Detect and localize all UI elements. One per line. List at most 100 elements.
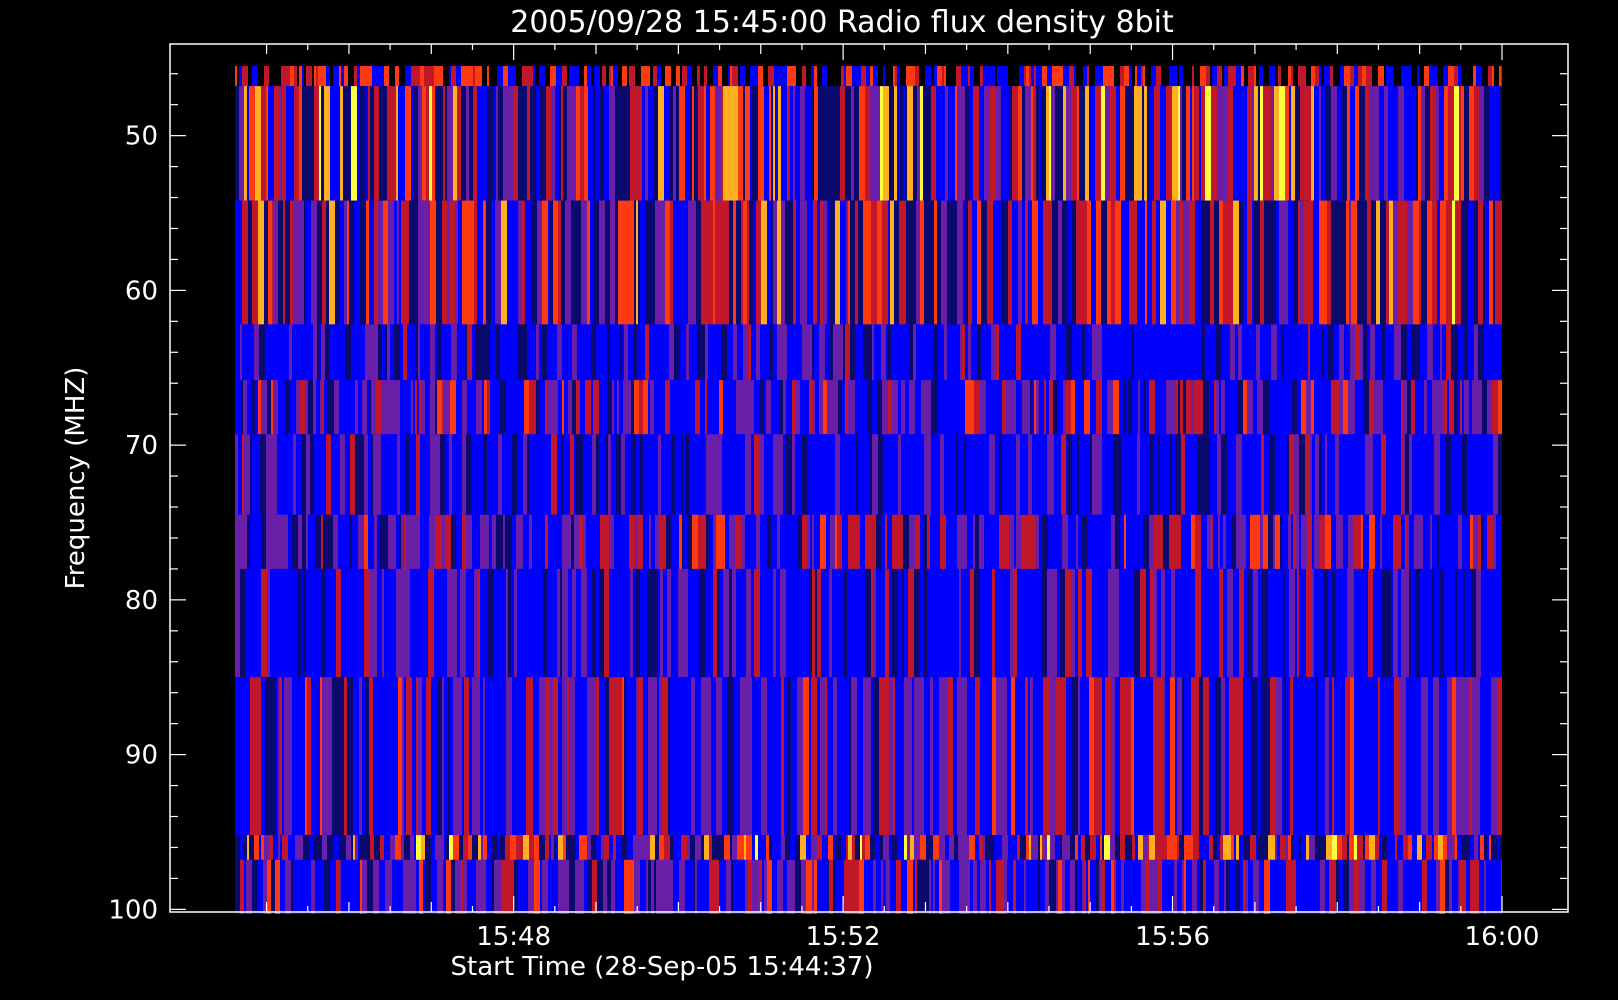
heatmap-cell (1483, 200, 1485, 325)
heatmap-cell (1127, 434, 1132, 515)
heatmap-cell (1347, 86, 1350, 201)
heatmap-cell (882, 200, 888, 325)
heatmap-cell (1427, 200, 1432, 325)
heatmap-cell (1321, 86, 1325, 201)
heatmap-cell (968, 380, 974, 435)
heatmap-cell (707, 677, 711, 835)
heatmap-cell (682, 66, 687, 87)
heatmap-cell (1419, 200, 1421, 325)
heatmap-cell (648, 86, 654, 201)
heatmap-cell (563, 835, 566, 860)
heatmap-cell (1126, 568, 1130, 678)
heatmap-cell (1228, 66, 1232, 87)
heatmap-cell (1031, 835, 1034, 860)
heatmap-cell (1154, 434, 1158, 515)
heatmap-cell (288, 434, 293, 515)
heatmap-cell (756, 324, 760, 381)
heatmap-cell (487, 835, 492, 860)
heatmap-cell (1090, 859, 1096, 914)
heatmap-cell (472, 200, 474, 325)
heatmap-cell (924, 677, 926, 835)
heatmap-cell (469, 380, 472, 435)
heatmap-cell (274, 324, 278, 381)
heatmap-cell (1190, 86, 1192, 201)
heatmap-cell (394, 324, 400, 381)
heatmap-cell (1234, 677, 1238, 835)
heatmap-cell (767, 677, 771, 835)
heatmap-cell (1256, 324, 1260, 381)
heatmap-cell (242, 200, 248, 325)
heatmap-cell (1456, 324, 1458, 381)
heatmap-cell (1496, 514, 1501, 569)
heatmap-cell (903, 86, 905, 201)
heatmap-cell (1414, 514, 1417, 569)
heatmap-cell (1193, 677, 1199, 835)
heatmap-cell (883, 434, 887, 515)
heatmap-cell (960, 324, 962, 381)
heatmap-cell (569, 66, 575, 87)
heatmap-cell (855, 200, 858, 325)
heatmap-cell (713, 380, 719, 435)
heatmap-cell (917, 859, 921, 914)
heatmap-cell (1090, 835, 1096, 860)
heatmap-cell (1219, 380, 1221, 435)
heatmap-cell (418, 324, 420, 381)
heatmap-cell (545, 677, 550, 835)
heatmap-cell (1478, 324, 1484, 381)
heatmap-cell (893, 677, 895, 835)
heatmap-cell (1450, 514, 1454, 569)
heatmap-cell (1102, 380, 1107, 435)
heatmap-cell (1427, 324, 1433, 381)
heatmap-cell (725, 200, 729, 325)
heatmap-cell (845, 380, 848, 435)
heatmap-cell (503, 677, 506, 835)
heatmap-cell (1191, 380, 1194, 435)
heatmap-cell (1068, 514, 1073, 569)
heatmap-cell (406, 514, 409, 569)
heatmap-cell (1359, 859, 1365, 914)
heatmap-cell (1427, 859, 1432, 914)
heatmap-cell (1149, 66, 1151, 87)
heatmap-cell (1199, 677, 1203, 835)
heatmap-cell (627, 568, 630, 678)
heatmap-cell (550, 380, 555, 435)
heatmap-cell (1290, 677, 1293, 835)
heatmap-cell (737, 324, 743, 381)
heatmap-cell (1201, 568, 1205, 678)
heatmap-cell (1013, 568, 1017, 678)
heatmap-cell (423, 568, 428, 678)
heatmap-cell (477, 86, 480, 201)
heatmap-cell (898, 380, 901, 435)
heatmap-cell (1126, 200, 1129, 325)
heatmap-cell (1189, 200, 1195, 325)
heatmap-cell (539, 324, 542, 381)
heatmap-cell (891, 835, 897, 860)
heatmap-cell (516, 66, 522, 87)
heatmap-cell (242, 86, 244, 201)
heatmap-cell (314, 86, 319, 201)
heatmap-cell (883, 514, 885, 569)
heatmap-cell (1381, 324, 1385, 381)
heatmap-cell (769, 568, 773, 678)
heatmap-cell (1264, 434, 1270, 515)
heatmap-cell (447, 568, 452, 678)
heatmap-cell (355, 380, 358, 435)
heatmap-cell (1004, 859, 1007, 914)
heatmap-cell (448, 677, 450, 835)
heatmap-cell (654, 380, 660, 435)
heatmap-cell (880, 86, 883, 201)
heatmap-cell (1392, 380, 1398, 435)
heatmap-cell (863, 677, 868, 835)
heatmap-cell (648, 859, 651, 914)
heatmap-cell (367, 859, 373, 914)
heatmap-cell (581, 677, 587, 835)
heatmap-cell (970, 66, 974, 87)
heatmap-cell (500, 324, 502, 381)
heatmap-cell (1132, 200, 1137, 325)
heatmap-cell (643, 434, 649, 515)
heatmap-cell (1380, 677, 1383, 835)
heatmap-cell (1129, 66, 1132, 87)
heatmap-cell (1109, 86, 1113, 201)
heatmap-cell (261, 835, 264, 860)
heatmap-cell (1080, 66, 1083, 87)
